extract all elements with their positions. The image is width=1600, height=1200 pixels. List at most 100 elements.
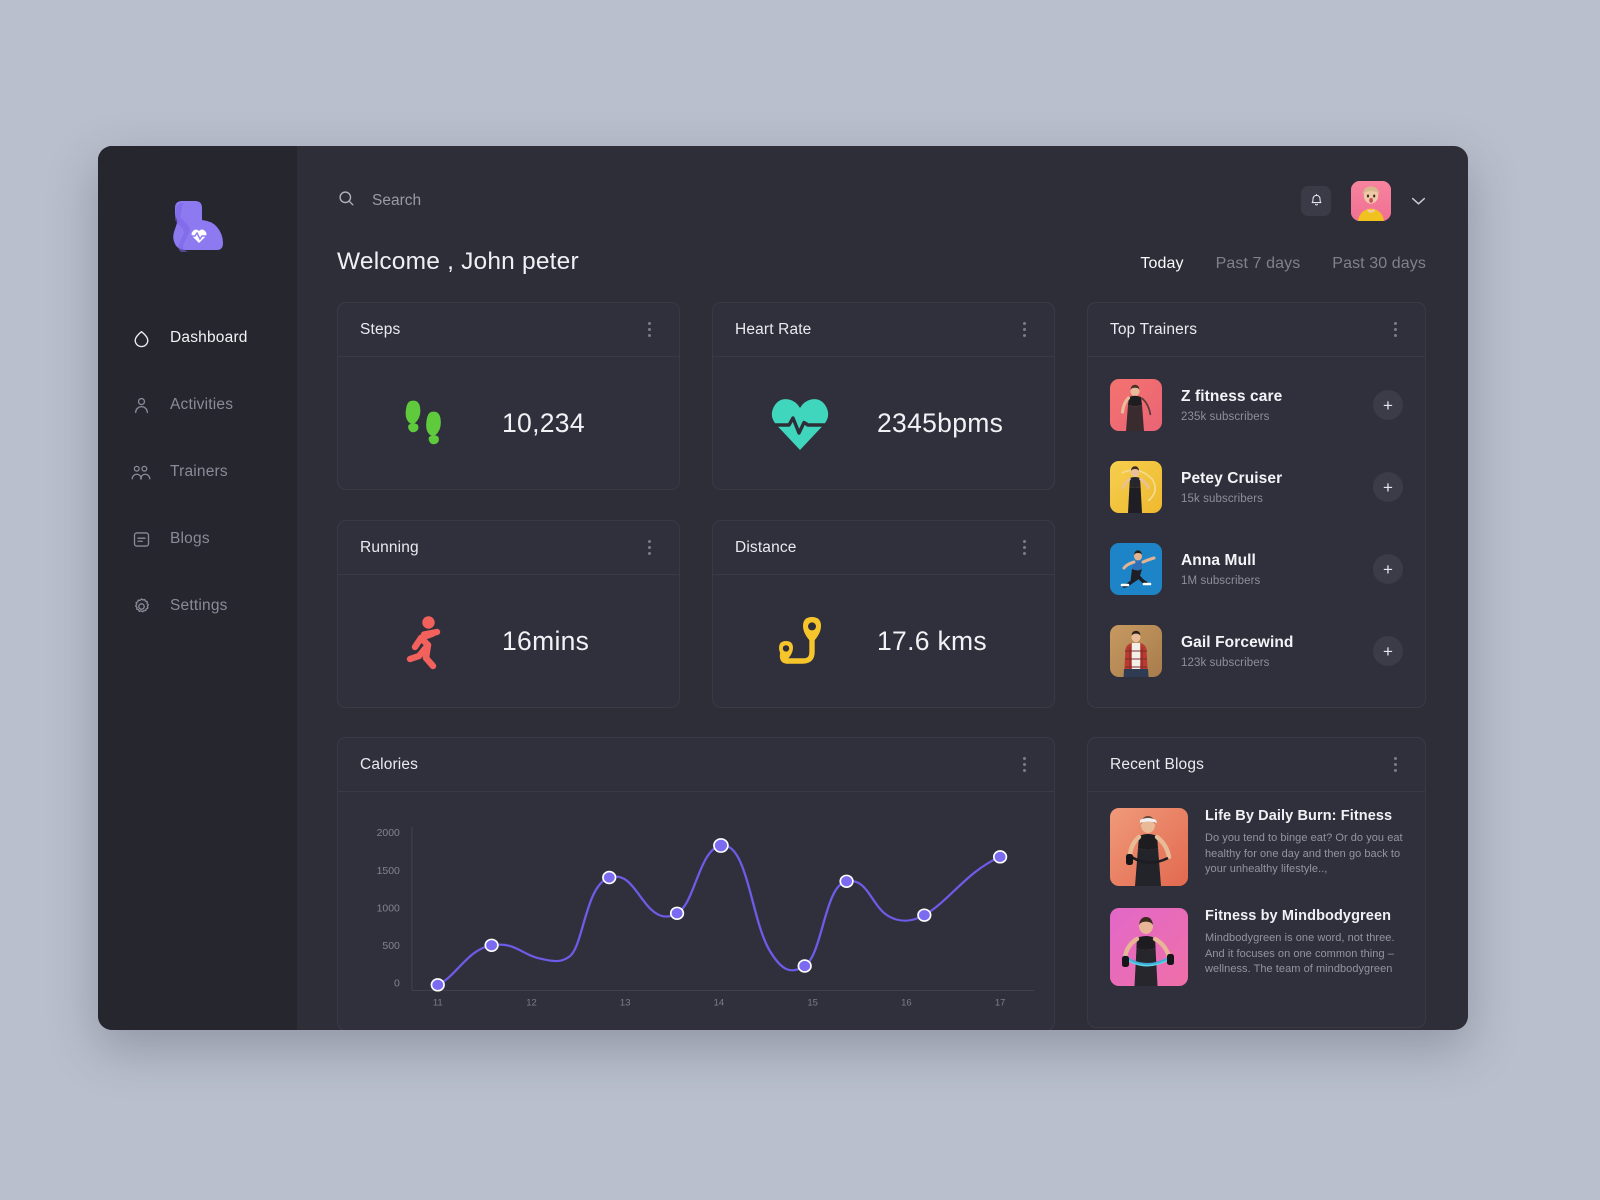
search-input[interactable]: [372, 192, 692, 210]
blog-title: Life By Daily Burn: Fitness: [1205, 808, 1393, 824]
data-point[interactable]: [669, 906, 685, 921]
x-tick-label: 11: [433, 998, 443, 1008]
data-point[interactable]: [484, 938, 499, 953]
data-point[interactable]: [992, 850, 1008, 864]
route-pin-icon: [769, 611, 831, 673]
tab-today[interactable]: Today: [1140, 255, 1183, 273]
top-trainers-card: Top Trainers Z fitness care 235k subscri…: [1087, 302, 1426, 708]
list-item[interactable]: Z fitness care 235k subscribers +: [1110, 371, 1403, 439]
list-item[interactable]: Fitness by Mindbodygreen Mindbodygreen i…: [1110, 908, 1403, 986]
chart-body: 2000 1500 1000 500 0 11 12 13 14 15 16 1…: [338, 792, 1054, 1030]
data-point[interactable]: [917, 908, 932, 922]
users-icon: [130, 461, 152, 483]
sidebar-item-label: Blogs: [170, 530, 210, 547]
kebab-menu-icon[interactable]: [642, 318, 657, 341]
kebab-menu-icon[interactable]: [1017, 536, 1032, 559]
trainer-name: Anna Mull: [1181, 551, 1256, 569]
home-icon: [130, 327, 152, 349]
tab-past-30-days[interactable]: Past 30 days: [1332, 255, 1426, 273]
card-body: 2345bpms: [713, 357, 1054, 489]
topbar: [337, 180, 1426, 222]
stat-row-bottom: Running 16mins Distance 17.6 kms: [337, 520, 1055, 708]
sidebar-item-trainers[interactable]: Trainers: [98, 448, 297, 496]
kebab-menu-icon[interactable]: [1388, 318, 1403, 341]
sidebar-item-label: Trainers: [170, 463, 228, 480]
card-title: Running: [360, 538, 419, 556]
card-header: Distance: [713, 521, 1054, 575]
stat-card-running: Running 16mins: [337, 520, 680, 708]
y-tick-label: 0: [394, 979, 400, 990]
sidebar-item-label: Dashboard: [170, 329, 248, 346]
card-title: Distance: [735, 538, 797, 556]
left-column: Steps 10,234 Heart Rate 2345bpms Running…: [337, 302, 1055, 1030]
stat-value: 16mins: [502, 626, 590, 656]
stat-row-top: Steps 10,234 Heart Rate 2345bpms: [337, 302, 1055, 490]
flexed-biceps-heart-logo: [172, 201, 223, 252]
sidebar-item-label: Activities: [170, 396, 234, 413]
sidebar-item-settings[interactable]: Settings: [98, 582, 297, 630]
stat-card-distance: Distance 17.6 kms: [712, 520, 1055, 708]
sidebar-item-dashboard[interactable]: Dashboard: [98, 314, 297, 362]
app-window: Dashboard Activities Trainers Blogs Sett…: [98, 146, 1468, 1030]
notifications-button[interactable]: [1301, 186, 1331, 216]
search-box[interactable]: [337, 189, 1301, 213]
list-item[interactable]: Life By Daily Burn: Fitness Do you tend …: [1110, 808, 1403, 886]
trainer-name: Z fitness care: [1181, 387, 1283, 405]
blog-title: Fitness by Mindbodygreen: [1205, 908, 1392, 924]
data-point[interactable]: [602, 870, 617, 885]
list-item[interactable]: Petey Cruiser 15k subscribers +: [1110, 453, 1403, 521]
card-body: 10,234: [338, 357, 679, 489]
gear-icon: [130, 595, 152, 617]
stat-value: 10,234: [502, 408, 585, 438]
x-tick-label: 15: [807, 998, 818, 1008]
add-trainer-button[interactable]: +: [1373, 636, 1403, 666]
trainer-subscribers: 1M subscribers: [1181, 574, 1261, 587]
card-title: Top Trainers: [1110, 320, 1198, 338]
list-item[interactable]: Anna Mull 1M subscribers +: [1110, 535, 1403, 603]
card-header: Recent Blogs: [1088, 738, 1425, 792]
user-icon: [130, 394, 152, 416]
tab-past-7-days[interactable]: Past 7 days: [1216, 255, 1301, 273]
blog-photo-pink: [1110, 908, 1188, 986]
list-item[interactable]: Gail Forcewind 123k subscribers +: [1110, 617, 1403, 685]
kebab-menu-icon[interactable]: [1017, 318, 1032, 341]
trainer-meta: Petey Cruiser 15k subscribers: [1181, 470, 1354, 505]
trainer-subscribers: 123k subscribers: [1181, 656, 1270, 669]
blog-meta: Fitness by Mindbodygreen Mindbodygreen i…: [1205, 908, 1403, 986]
sidebar-item-blogs[interactable]: Blogs: [98, 515, 297, 563]
avatar[interactable]: [1351, 181, 1391, 221]
sidebar-nav: Dashboard Activities Trainers Blogs Sett…: [98, 314, 297, 649]
trainer-photo-red: [1110, 379, 1162, 431]
add-trainer-button[interactable]: +: [1373, 390, 1403, 420]
data-point[interactable]: [430, 978, 445, 992]
card-header: Running: [338, 521, 679, 575]
trainer-photo-blue: [1110, 543, 1162, 595]
stat-card-heart-rate: Heart Rate 2345bpms: [712, 302, 1055, 490]
app-logo[interactable]: [98, 188, 297, 262]
y-tick-label: 500: [382, 941, 400, 952]
stat-value: 17.6 kms: [877, 626, 987, 656]
card-header: Heart Rate: [713, 303, 1054, 357]
add-trainer-button[interactable]: +: [1373, 554, 1403, 584]
y-tick-label: 1000: [377, 904, 401, 915]
bell-icon: [1309, 192, 1324, 211]
chart-data-points: [430, 838, 1008, 992]
x-tick-label: 17: [995, 998, 1006, 1008]
sidebar-item-activities[interactable]: Activities: [98, 381, 297, 429]
data-point[interactable]: [839, 874, 854, 889]
page-title: Welcome , John peter: [337, 248, 579, 275]
kebab-menu-icon[interactable]: [1388, 753, 1403, 776]
card-title: Recent Blogs: [1110, 755, 1204, 773]
x-tick-label: 12: [526, 998, 537, 1008]
calories-line-chart[interactable]: 2000 1500 1000 500 0 11 12 13 14 15 16 1…: [356, 806, 1038, 1030]
x-tick-label: 16: [901, 998, 912, 1008]
card-header: Top Trainers: [1088, 303, 1425, 357]
add-trainer-button[interactable]: +: [1373, 472, 1403, 502]
chevron-down-icon[interactable]: [1411, 196, 1426, 206]
trainer-photo-yellow: [1110, 461, 1162, 513]
kebab-menu-icon[interactable]: [1017, 753, 1032, 776]
data-point[interactable]: [797, 959, 812, 973]
kebab-menu-icon[interactable]: [642, 536, 657, 559]
card-title: Steps: [360, 320, 401, 338]
data-point[interactable]: [713, 838, 729, 853]
